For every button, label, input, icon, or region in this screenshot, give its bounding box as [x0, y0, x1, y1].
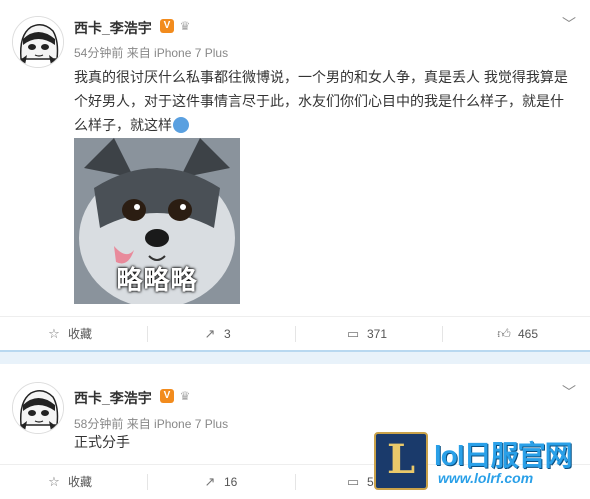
post-time[interactable]: 58分钟前	[74, 417, 123, 431]
comment-icon: ▭	[346, 326, 360, 341]
verified-badge-icon: V	[160, 19, 174, 33]
watermark-url: www.lolrf.com	[438, 470, 534, 486]
image-caption: 略略略	[116, 265, 198, 295]
crown-icon: ♛	[179, 389, 191, 403]
divider	[295, 326, 296, 342]
repost-icon: ↗	[204, 326, 216, 341]
comment-icon: ▭	[346, 474, 360, 489]
repost-icon: ↗	[204, 474, 216, 489]
post-source: 来自 iPhone 7 Plus	[126, 417, 229, 431]
post-meta: 54分钟前 来自 iPhone 7 Plus	[74, 44, 228, 61]
thumbs-up-icon: 👍︎	[497, 326, 511, 341]
weibo-post: 西卡_李浩宇 V ♛ 54分钟前 来自 iPhone 7 Plus ﹀ 我真的很…	[0, 0, 590, 350]
emoji-icon	[173, 117, 189, 133]
verified-badge-icon: V	[160, 389, 174, 403]
post-image[interactable]: 略略略	[74, 138, 240, 304]
chevron-down-icon[interactable]: ﹀	[562, 382, 576, 402]
post-source: 来自 iPhone 7 Plus	[126, 46, 229, 60]
avatar-illustration	[13, 17, 63, 67]
author-name[interactable]: 西卡_李浩宇	[74, 388, 152, 408]
comment-button[interactable]: ▭ 5	[345, 465, 374, 499]
like-button[interactable]: 👍︎ 465	[496, 317, 538, 351]
post-text-content: 我真的很讨厌什么私事都往微博说，一个男的和女人争，真是丢人 我觉得我算是个好男人…	[74, 69, 568, 133]
post-time[interactable]: 54分钟前	[74, 46, 123, 60]
like-count: 465	[518, 327, 539, 341]
comment-count: 371	[367, 327, 388, 341]
favorite-label: 收藏	[68, 327, 93, 341]
star-icon: ☆	[48, 326, 60, 341]
comment-count: 5	[367, 475, 374, 489]
author-name[interactable]: 西卡_李浩宇	[74, 18, 152, 38]
divider	[442, 326, 443, 342]
comment-button[interactable]: ▭ 371	[345, 317, 387, 351]
watermark-logo: L	[374, 432, 428, 490]
watermark-title: lol日服官网	[434, 440, 573, 471]
action-bar: ☆ 收藏 ↗ 3 ▭ 371 👍︎ 465	[0, 316, 590, 351]
chevron-down-icon[interactable]: ﹀	[562, 14, 576, 34]
avatar[interactable]	[12, 382, 64, 434]
avatar[interactable]	[12, 16, 64, 68]
avatar-illustration	[13, 383, 63, 433]
post-separator	[0, 350, 590, 364]
repost-button[interactable]: ↗ 3	[202, 317, 231, 351]
repost-count: 3	[224, 327, 231, 341]
star-icon: ☆	[48, 474, 60, 489]
favorite-button[interactable]: ☆ 收藏	[46, 317, 92, 351]
favorite-button[interactable]: ☆ 收藏	[46, 465, 92, 499]
repost-count: 16	[224, 475, 238, 489]
site-watermark: L lol日服官网 www.lolrf.com	[374, 432, 584, 492]
divider	[147, 474, 148, 490]
repost-button[interactable]: ↗ 16	[202, 465, 238, 499]
favorite-label: 收藏	[68, 475, 93, 489]
crown-icon: ♛	[179, 19, 191, 33]
divider	[147, 326, 148, 342]
post-text: 我真的很讨厌什么私事都往微博说，一个男的和女人争，真是丢人 我觉得我算是个好男人…	[74, 65, 572, 137]
divider	[295, 474, 296, 490]
